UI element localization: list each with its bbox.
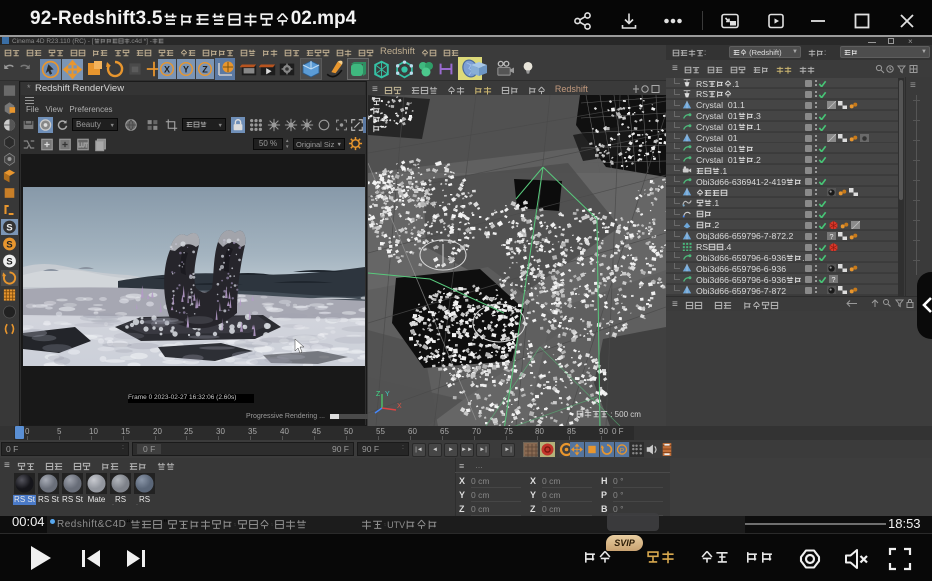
svg-text:X: X — [397, 403, 402, 410]
svg-text:S: S — [6, 240, 13, 251]
svg-text:LUT: LUT — [78, 143, 89, 149]
svg-text:Z: Z — [202, 65, 208, 75]
svg-text:S: S — [6, 223, 13, 234]
svg-text:X: X — [164, 65, 170, 75]
svg-text:Y: Y — [385, 391, 390, 398]
svg-text:Y: Y — [183, 65, 189, 75]
svg-text:?: ? — [830, 232, 834, 241]
svg-text:Z: Z — [376, 391, 381, 398]
svg-text:S: S — [6, 257, 13, 268]
svg-text:P: P — [620, 447, 625, 454]
svg-text:?: ? — [832, 275, 836, 284]
